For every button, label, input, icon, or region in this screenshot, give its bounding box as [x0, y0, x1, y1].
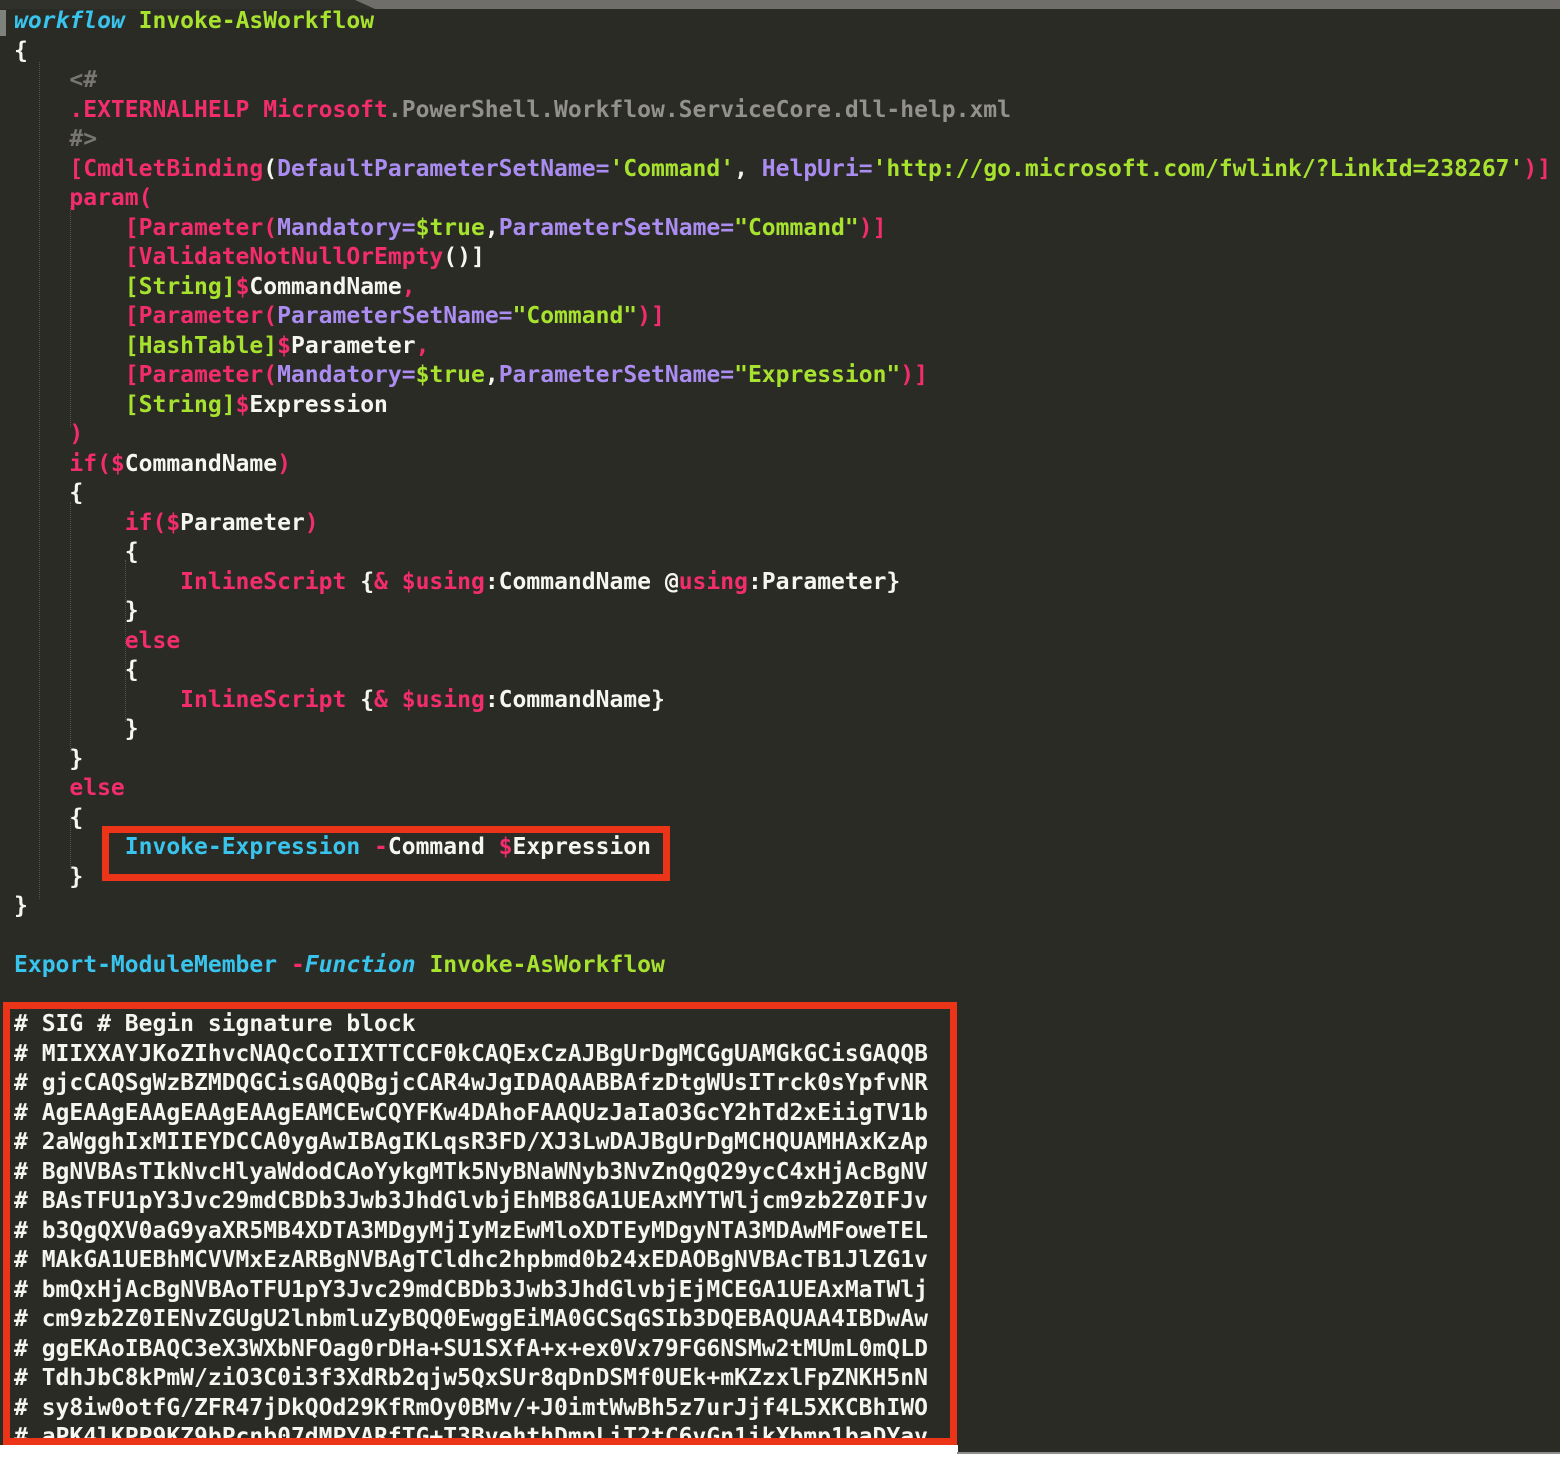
code-line: [Parameter(Mandatory=$true,ParameterSetN…: [14, 361, 1560, 391]
code-line: InlineScript {& $using:CommandName}: [14, 686, 1560, 716]
code-line: else: [14, 627, 1560, 657]
code-line: if($Parameter): [14, 509, 1560, 539]
code-line: else: [14, 774, 1560, 804]
code-line: #>: [14, 125, 1560, 155]
code-line: if($CommandName): [14, 450, 1560, 480]
code-line: }: [14, 892, 1560, 922]
code-line: }: [14, 715, 1560, 745]
code-line: [String]$Expression: [14, 391, 1560, 421]
code-line: .EXTERNALHELP Microsoft.PowerShell.Workf…: [14, 96, 1560, 126]
code-line: [CmdletBinding(DefaultParameterSetName='…: [14, 155, 1560, 185]
code-line: {: [14, 479, 1560, 509]
code-line: {: [14, 656, 1560, 686]
annotation-box-signature-block: [3, 1002, 957, 1445]
editor-bottom-edge: [957, 1452, 1560, 1458]
code-line: Export-ModuleMember -Function Invoke-AsW…: [14, 951, 1560, 981]
code-line: [String]$CommandName,: [14, 273, 1560, 303]
code-editor: workflow Invoke-AsWorkflow{ <# .EXTERNAL…: [0, 0, 1560, 1458]
code-line: InlineScript {& $using:CommandName @usin…: [14, 568, 1560, 598]
code-line: <#: [14, 66, 1560, 96]
code-line: {: [14, 37, 1560, 67]
code-line: {: [14, 538, 1560, 568]
code-line: [HashTable]$Parameter,: [14, 332, 1560, 362]
code-line: [Parameter(Mandatory=$true,ParameterSetN…: [14, 214, 1560, 244]
annotation-box-invoke-expression: [102, 826, 670, 881]
code-line: param(: [14, 184, 1560, 214]
code-line: [Parameter(ParameterSetName="Command")]: [14, 302, 1560, 332]
page-background-sliver: [0, 1445, 958, 1458]
text-caret: [0, 10, 6, 36]
code-line: }: [14, 597, 1560, 627]
code-line: [14, 922, 1560, 952]
code-line: [ValidateNotNullOrEmpty()]: [14, 243, 1560, 273]
code-line: ): [14, 420, 1560, 450]
code-line: }: [14, 745, 1560, 775]
code-line: workflow Invoke-AsWorkflow: [14, 7, 1560, 37]
